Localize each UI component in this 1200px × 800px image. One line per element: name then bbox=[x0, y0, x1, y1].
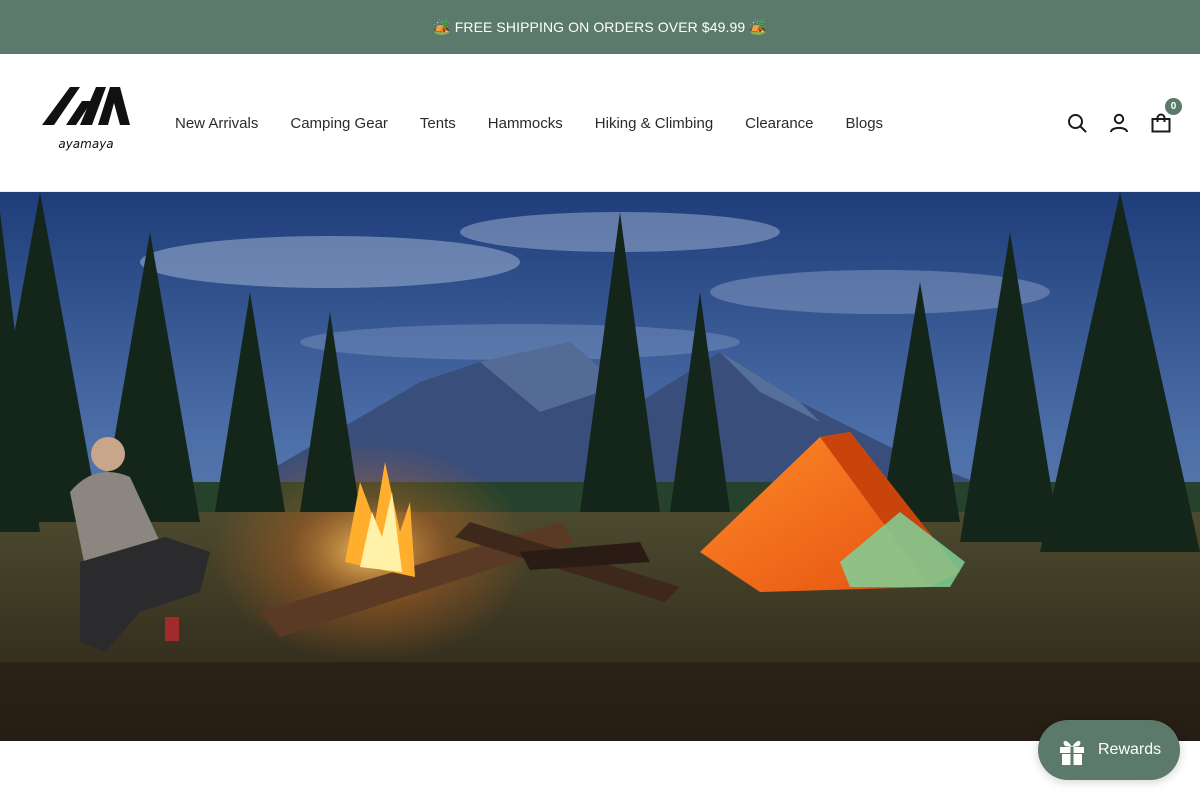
search-icon[interactable] bbox=[1066, 112, 1088, 134]
nav-camping-gear[interactable]: Camping Gear bbox=[290, 115, 388, 132]
nav-clearance[interactable]: Clearance bbox=[745, 115, 813, 132]
announcement-text: 🏕️ FREE SHIPPING ON ORDERS OVER $49.99 🏕… bbox=[433, 18, 767, 35]
rewards-label: Rewards bbox=[1098, 741, 1162, 758]
account-icon[interactable] bbox=[1108, 112, 1130, 134]
nav-tents[interactable]: Tents bbox=[420, 115, 456, 132]
cart-icon[interactable]: 0 bbox=[1150, 96, 1184, 134]
hero-image bbox=[0, 192, 1200, 741]
rewards-button[interactable]: Rewards bbox=[1038, 720, 1180, 780]
nav-new-arrivals[interactable]: New Arrivals bbox=[175, 115, 258, 132]
site-header: ayamaya New Arrivals Camping Gear Tents … bbox=[0, 54, 1200, 192]
nav-hammocks[interactable]: Hammocks bbox=[488, 115, 563, 132]
gift-icon bbox=[1060, 740, 1084, 765]
hero-banner[interactable] bbox=[0, 192, 1200, 741]
nav-hiking-climbing[interactable]: Hiking & Climbing bbox=[595, 115, 713, 132]
main-nav: New Arrivals Camping Gear Tents Hammocks… bbox=[175, 54, 915, 192]
cart-count-badge: 0 bbox=[1163, 96, 1184, 117]
announcement-bar: 🏕️ FREE SHIPPING ON ORDERS OVER $49.99 🏕… bbox=[0, 0, 1200, 54]
brand-logo-text: ayamaya bbox=[58, 137, 114, 151]
nav-blogs[interactable]: Blogs bbox=[846, 115, 884, 132]
logo-mark-icon bbox=[42, 87, 130, 125]
header-actions: 0 bbox=[1046, 54, 1184, 192]
brand-logo[interactable]: ayamaya bbox=[40, 85, 132, 155]
